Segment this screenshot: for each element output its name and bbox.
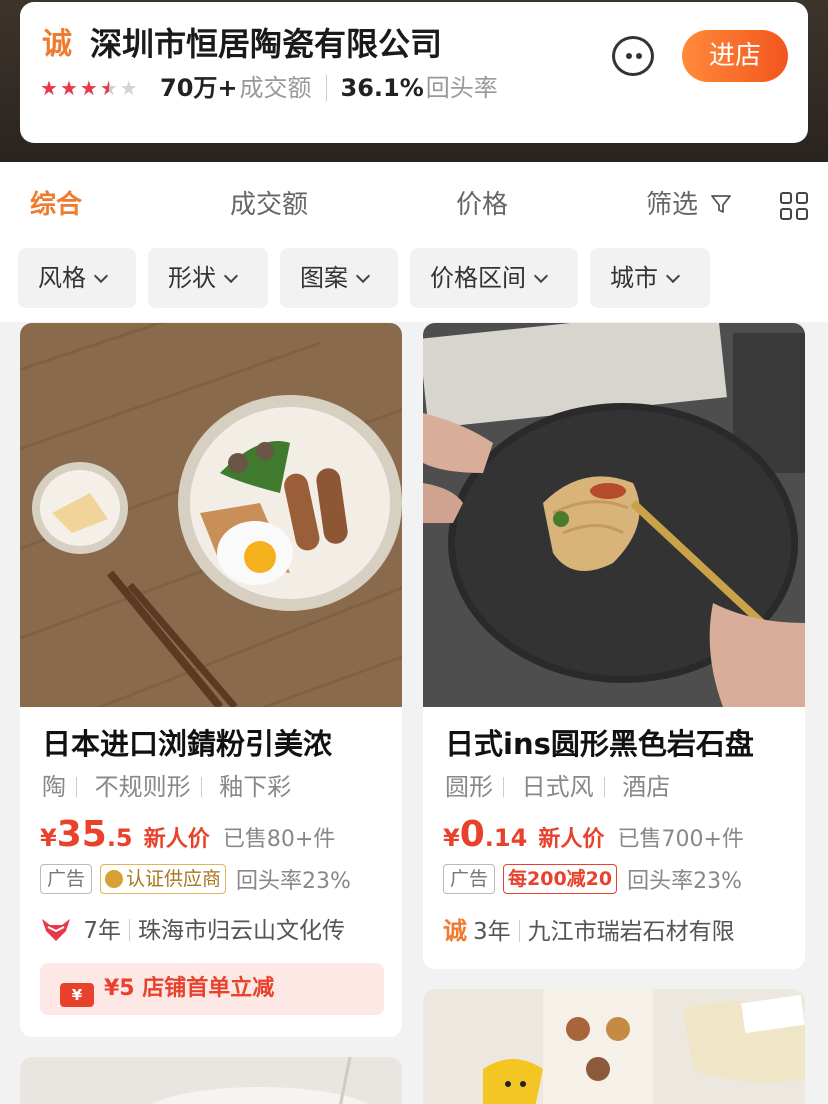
customer-service-icon[interactable] [612,36,654,76]
chip-pattern[interactable]: 图案 [280,248,398,308]
star-icon: ★ [40,76,58,100]
sales-label: 成交额 [239,74,312,102]
chip-label: 形状 [168,264,216,292]
price-row: ¥0.14 新人价 已售700+件 [443,813,744,863]
sort-comprehensive[interactable]: 综合 [30,188,82,222]
sort-sales[interactable]: 成交额 [230,188,308,222]
shop-metrics: 70万+ 成交额 36.1% 回头率 [160,72,498,104]
chevron-down-icon [355,268,371,284]
empty-star-icon: ★ [119,76,138,100]
enter-shop-button[interactable]: 进店 [682,30,788,82]
product-card[interactable] [423,989,805,1104]
star-icon: ★ [59,76,78,100]
product-image[interactable] [20,1057,402,1104]
badge-row: 广告 每200减20 回头率23% [443,863,742,895]
price-integer: 0 [459,814,485,855]
certified-label: 认证供应商 [126,868,222,890]
chevron-down-icon [533,268,549,284]
coupon-text: ¥5 店铺首单立减 [104,976,275,1001]
bull-icon [42,919,70,941]
seller-name: 珠海市归云山文化传 [137,918,345,944]
half-star-icon: ★ [99,76,118,100]
chip-shape[interactable]: 形状 [148,248,268,308]
product-image[interactable] [423,323,805,707]
currency-symbol: ¥ [443,824,460,852]
chip-label: 价格区间 [430,264,526,292]
price-label: 新人价 [143,827,210,852]
chevron-down-icon [93,268,109,284]
certified-icon [105,870,124,888]
price-row: ¥35.5 新人价 已售80+件 [40,813,335,863]
sales-value: 70万+ [160,74,238,102]
repurchase-value: 36.1% [340,74,424,102]
discount-badge: 每200减20 [503,864,618,894]
tag: 日式风 [521,773,594,801]
sold-count: 已售80+件 [222,827,336,852]
repurchase-rate: 回头率23% [627,869,743,894]
tag: 不规则形 [94,773,191,801]
seller-name: 九江市瑞岩石材有限 [527,919,735,945]
cheng-badge-icon: 诚 [443,917,467,945]
chevron-down-icon [223,268,239,284]
tag: 圆形 [445,773,493,801]
tag: 酒店 [622,773,671,801]
sort-bar: 综合 成交额 价格 筛选 [0,162,828,240]
product-card[interactable]: 日式ins圆形黑色岩石盘 圆形 日式风 酒店 ¥0.14 新人价 已售700+件… [423,323,805,969]
currency-symbol: ¥ [40,824,57,852]
star-icon: ★ [79,76,98,100]
chip-label: 图案 [300,264,348,292]
seller-years: 7年 [83,918,121,944]
product-card[interactable]: 日本进口浏錆粉引美浓 陶 不规则形 釉下彩 ¥35.5 新人价 已售80+件 广… [20,323,402,1037]
chip-style[interactable]: 风格 [18,248,136,308]
certified-supplier-badge: 认证供应商 [100,864,227,894]
product-image[interactable] [423,989,805,1104]
ad-badge: 广告 [40,864,93,894]
seller-years: 3年 [473,919,511,945]
repurchase-rate: 回头率23% [236,869,351,894]
tag: 陶 [42,773,66,801]
repurchase-label: 回头率 [425,74,498,102]
chip-label: 城市 [610,264,658,292]
coupon-banner[interactable]: ¥ ¥5 店铺首单立减 [40,963,384,1015]
chevron-down-icon [665,268,681,284]
product-tags: 圆形 日式风 酒店 [445,771,670,803]
filter-label: 筛选 [646,190,699,220]
seller-row[interactable]: 7年 珠海市归云山文化传 [40,913,345,949]
shop-rating: ★ ★ ★ ★ ★ [40,76,138,100]
product-title: 日式ins圆形黑色岩石盘 [445,727,754,761]
chip-label: 风格 [38,264,86,292]
sold-count: 已售700+件 [617,827,744,852]
price-integer: 35 [56,814,107,855]
filter-chips: 风格 形状 图案 价格区间 城市 [0,240,828,322]
price-decimal: .14 [484,824,528,852]
cheng-badge-icon: 诚 [42,27,72,62]
grid-view-icon[interactable] [780,192,808,220]
product-image[interactable] [20,323,402,707]
badge-row: 广告 认证供应商 回头率23% [40,863,351,895]
funnel-icon [711,195,732,213]
shop-card[interactable]: 诚 深圳市恒居陶瓷有限公司 ★ ★ ★ ★ ★ 70万+ 成交额 36.1% 回… [20,2,808,143]
product-tags: 陶 不规则形 釉下彩 [42,771,291,803]
ad-badge: 广告 [443,864,496,894]
shop-name: 深圳市恒居陶瓷有限公司 [90,25,443,63]
coupon-ticket-icon: ¥ [60,983,94,1007]
divider [325,75,327,101]
product-card[interactable] [20,1057,402,1104]
tag: 釉下彩 [219,773,292,801]
price-label: 新人价 [538,827,605,852]
price-decimal: .5 [106,824,133,852]
product-title: 日本进口浏錆粉引美浓 [42,727,333,761]
seller-row[interactable]: 诚 3年 九江市瑞岩石材有限 [443,913,735,950]
chip-city[interactable]: 城市 [590,248,710,308]
filter-button[interactable]: 筛选 [646,188,732,222]
chip-price-range[interactable]: 价格区间 [410,248,578,308]
sort-price[interactable]: 价格 [456,188,508,222]
